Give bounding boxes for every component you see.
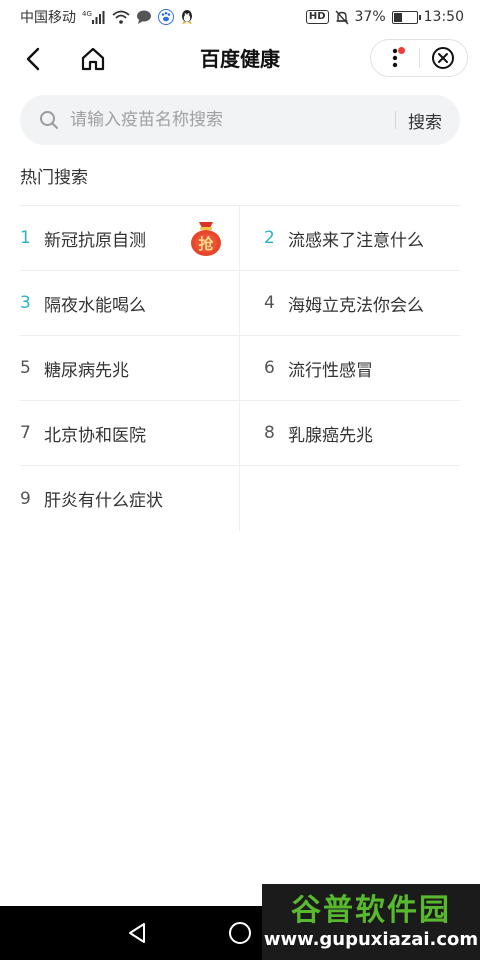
hot-search-rank: 6 (264, 358, 275, 378)
hot-search-label: 新冠抗原自测 (44, 230, 146, 251)
more-dots-icon (392, 48, 397, 68)
red-packet-badge-text: 抢 (198, 235, 214, 253)
hot-search-label: 乳腺癌先兆 (288, 425, 373, 446)
hot-search-rank: 7 (20, 423, 31, 443)
home-button[interactable] (78, 44, 108, 74)
close-circle-icon (432, 47, 455, 69)
hot-search-item[interactable]: 1 新冠抗原自测 抢 (20, 206, 240, 271)
search-bar: 搜索 (20, 95, 460, 145)
red-packet-icon[interactable]: 抢 (187, 218, 225, 258)
search-divider (395, 111, 396, 129)
hot-search-item[interactable]: 6 流行性感冒 (240, 336, 460, 401)
hot-search-label: 糖尿病先兆 (44, 360, 129, 381)
search-button[interactable]: 搜索 (408, 108, 442, 133)
status-right: HD 37% 13:50 (305, 9, 464, 25)
watermark-url: www.gupuxiazai.com (263, 929, 479, 950)
hot-search-title: 热门搜索 (20, 168, 88, 188)
watermark-brand: 谷普软件园 (291, 893, 451, 928)
hot-search-rank: 3 (20, 293, 31, 313)
hot-search-label: 流行性感冒 (288, 360, 373, 381)
notification-dot (397, 47, 405, 54)
message-icon (136, 10, 152, 24)
hot-search-label: 隔夜水能喝么 (44, 295, 146, 316)
hot-search-label: 肝炎有什么症状 (44, 491, 163, 511)
network-type-label: 4G (82, 10, 92, 18)
baidu-paw-icon (158, 9, 174, 25)
hot-search-label: 北京协和医院 (44, 425, 146, 446)
back-arrow-icon (26, 47, 40, 71)
hot-search-item[interactable]: 3 隔夜水能喝么 (20, 271, 240, 336)
hot-search-label: 海姆立克法你会么 (288, 295, 424, 316)
wifi-icon (112, 10, 130, 24)
home-icon (81, 47, 105, 71)
clock-label: 13:50 (423, 9, 464, 25)
battery-icon (391, 10, 421, 24)
back-button[interactable] (18, 44, 48, 74)
circle-home-icon (229, 922, 251, 944)
battery-percent-label: 37% (354, 9, 386, 25)
search-icon (38, 109, 60, 131)
triangle-back-icon (129, 923, 145, 943)
qq-penguin-icon (180, 9, 194, 25)
system-home-button[interactable] (220, 913, 260, 953)
hd-badge: HD (305, 10, 329, 24)
hot-search-item[interactable]: 2 流感来了注意什么 (240, 206, 460, 271)
hot-search-item[interactable]: 7 北京协和医院 (20, 401, 240, 466)
search-input[interactable] (70, 110, 387, 130)
carrier-label: 中国移动 (20, 10, 76, 26)
hot-search-label: 流感来了注意什么 (288, 230, 424, 251)
close-button[interactable] (419, 40, 467, 76)
miniapp-capsule (370, 39, 468, 77)
hot-search-rank: 8 (264, 423, 275, 443)
status-left: 中国移动 4G (20, 7, 194, 27)
empty-grid-cell (240, 466, 460, 531)
site-watermark: 谷普软件园 www.gupuxiazai.com (262, 884, 480, 960)
navigation-bar: 百度健康 (0, 34, 480, 84)
hot-search-item[interactable]: 8 乳腺癌先兆 (240, 401, 460, 466)
mute-bell-icon (335, 10, 349, 25)
hot-search-rank: 5 (20, 358, 31, 378)
signal-icon: 4G (82, 10, 106, 24)
more-button[interactable] (371, 40, 419, 76)
hot-search-grid: 1 新冠抗原自测 抢 2 流感来了注意什么 3 隔夜水能喝么 4 海姆立克法你会… (20, 205, 460, 531)
hot-search-rank: 1 (20, 228, 31, 248)
hot-search-rank: 4 (264, 293, 275, 313)
hot-search-rank: 9 (20, 488, 31, 509)
hot-search-item[interactable]: 9 肝炎有什么症状 (20, 466, 240, 531)
hot-search-item[interactable]: 5 糖尿病先兆 (20, 336, 240, 401)
hot-search-rank: 2 (264, 228, 275, 248)
status-bar: 中国移动 4G HD 37% 13:50 (0, 0, 480, 34)
hot-search-item[interactable]: 4 海姆立克法你会么 (240, 271, 460, 336)
battery-fill (393, 12, 402, 22)
system-back-button[interactable] (117, 913, 157, 953)
